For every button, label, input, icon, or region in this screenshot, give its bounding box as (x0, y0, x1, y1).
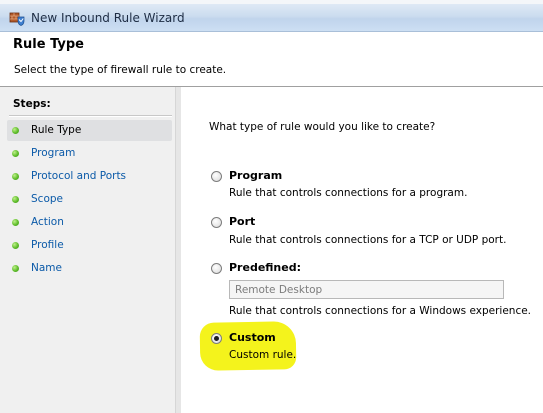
step-status-icon (12, 173, 19, 180)
step-label: Name (31, 262, 62, 274)
firewall-shield-icon (9, 12, 25, 26)
step-label: Scope (31, 193, 63, 205)
step-status-icon (12, 127, 19, 134)
step-status-icon (12, 196, 19, 203)
rule-type-options: What type of rule would you like to crea… (176, 87, 543, 413)
steps-heading: Steps: (13, 98, 51, 110)
step-protocol-and-ports[interactable]: Protocol and Ports (7, 166, 172, 187)
window-title: New Inbound Rule Wizard (31, 11, 185, 25)
step-label: Protocol and Ports (31, 170, 127, 182)
step-label: Action (31, 216, 64, 228)
option-desc-predefined: Rule that controls connections for a Win… (229, 305, 532, 317)
radio-program[interactable] (211, 171, 222, 182)
window-titlebar[interactable]: New Inbound Rule Wizard (0, 4, 543, 32)
radio-port[interactable] (211, 217, 222, 228)
step-name[interactable]: Name (7, 258, 172, 279)
step-status-icon (12, 219, 19, 226)
steps-panel: Steps: Rule Type Program Protocol and Po… (0, 87, 176, 413)
page-description: Select the type of firewall rule to crea… (14, 64, 227, 76)
step-label: Rule Type (31, 124, 82, 136)
option-label-predefined[interactable]: Predefined: (229, 261, 301, 274)
page-title: Rule Type (13, 37, 84, 52)
step-label: Profile (31, 239, 64, 251)
radio-predefined[interactable] (211, 263, 222, 274)
step-scope[interactable]: Scope (7, 189, 172, 210)
option-desc-program: Rule that controls connections for a pro… (229, 187, 468, 199)
rule-type-question: What type of rule would you like to crea… (209, 121, 436, 133)
step-profile[interactable]: Profile (7, 235, 172, 256)
step-status-icon (12, 242, 19, 249)
option-label-port[interactable]: Port (229, 215, 255, 228)
step-status-icon (12, 150, 19, 157)
step-status-icon (12, 265, 19, 272)
step-action[interactable]: Action (7, 212, 172, 233)
option-desc-port: Rule that controls connections for a TCP… (229, 234, 507, 246)
option-label-program[interactable]: Program (229, 169, 282, 182)
predefined-rule-select[interactable]: Remote Desktop (229, 280, 504, 299)
option-desc-custom: Custom rule. (229, 349, 297, 361)
radio-custom[interactable] (211, 333, 222, 344)
step-rule-type[interactable]: Rule Type (7, 120, 172, 141)
steps-divider (9, 115, 172, 117)
step-program[interactable]: Program (7, 143, 172, 164)
option-label-custom[interactable]: Custom (229, 331, 276, 344)
predefined-select-value: Remote Desktop (235, 284, 323, 296)
step-label: Program (31, 147, 76, 159)
wizard-header: Rule Type Select the type of firewall ru… (0, 32, 543, 87)
